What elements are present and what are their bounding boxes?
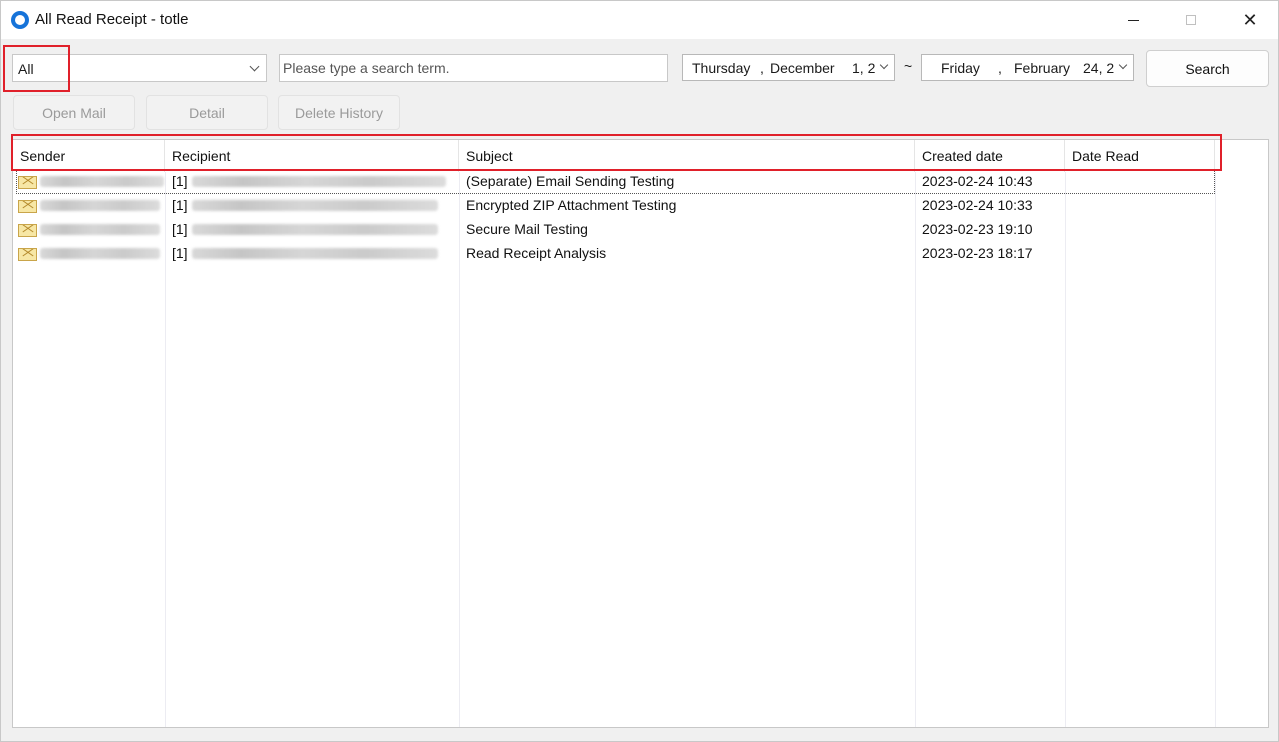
envelope-icon xyxy=(18,176,37,189)
created-date-cell: 2023-02-24 10:33 xyxy=(922,197,1033,213)
date-to-weekday[interactable]: Friday xyxy=(941,60,980,76)
recipient-count: [1] xyxy=(172,245,188,261)
date-from-weekday[interactable]: Thursday xyxy=(692,60,750,76)
open-mail-button[interactable]: Open Mail xyxy=(13,95,135,130)
title-bar: All Read Receipt - totle ✕ xyxy=(1,1,1278,39)
envelope-icon xyxy=(18,248,37,261)
app-logo-icon xyxy=(11,11,29,29)
envelope-icon xyxy=(18,224,37,237)
column-header-subject[interactable]: Subject xyxy=(459,140,915,172)
date-from-comma: , xyxy=(760,60,764,76)
subject-cell: (Separate) Email Sending Testing xyxy=(466,173,675,189)
search-input[interactable] xyxy=(279,54,668,82)
sender-redacted xyxy=(40,248,160,259)
sender-redacted xyxy=(40,176,164,187)
column-divider xyxy=(1215,172,1216,727)
created-date-cell: 2023-02-23 19:10 xyxy=(922,221,1033,237)
subject-cell: Secure Mail Testing xyxy=(466,221,588,237)
window-title: All Read Receipt - totle xyxy=(35,11,189,28)
chevron-down-icon[interactable] xyxy=(1118,60,1128,70)
recipient-redacted xyxy=(192,248,438,259)
recipient-count: [1] xyxy=(172,197,188,213)
date-to-picker[interactable]: Friday , February 24, 2 xyxy=(921,54,1134,81)
column-header-sender[interactable]: Sender xyxy=(13,140,165,172)
recipient-count: [1] xyxy=(172,173,188,189)
maximize-button[interactable] xyxy=(1162,1,1220,39)
table-row[interactable]: [1] Secure Mail Testing 2023-02-23 19:10 xyxy=(16,218,1215,242)
recipient-redacted xyxy=(192,224,438,235)
column-header-recipient[interactable]: Recipient xyxy=(165,140,459,172)
subject-cell: Encrypted ZIP Attachment Testing xyxy=(466,197,677,213)
search-button[interactable]: Search xyxy=(1146,50,1269,87)
date-to-month[interactable]: February xyxy=(1014,60,1070,76)
detail-button[interactable]: Detail xyxy=(146,95,268,130)
table-row[interactable]: [1] Read Receipt Analysis 2023-02-23 18:… xyxy=(16,242,1215,266)
column-header-date-read[interactable]: Date Read xyxy=(1065,140,1215,172)
created-date-cell: 2023-02-23 18:17 xyxy=(922,245,1033,261)
sender-redacted xyxy=(40,200,160,211)
receipt-list[interactable]: Sender Recipient Subject Created date Da… xyxy=(12,139,1269,728)
created-date-cell: 2023-02-24 10:43 xyxy=(922,173,1033,189)
list-header: Sender Recipient Subject Created date Da… xyxy=(13,140,1268,172)
date-from-day[interactable]: 1, 2 xyxy=(852,60,875,76)
close-button[interactable]: ✕ xyxy=(1221,1,1279,39)
filter-selected-value: All xyxy=(18,61,34,77)
minimize-button[interactable] xyxy=(1104,1,1162,39)
recipient-count: [1] xyxy=(172,221,188,237)
chevron-down-icon xyxy=(249,61,260,72)
maximize-icon xyxy=(1186,15,1196,25)
filter-dropdown[interactable]: All xyxy=(12,54,267,82)
recipient-redacted xyxy=(192,176,446,187)
envelope-icon xyxy=(18,200,37,213)
chevron-down-icon[interactable] xyxy=(879,60,889,70)
subject-cell: Read Receipt Analysis xyxy=(466,245,607,261)
recipient-redacted xyxy=(192,200,438,211)
column-header-created-date[interactable]: Created date xyxy=(915,140,1065,172)
table-row[interactable]: [1] Encrypted ZIP Attachment Testing 202… xyxy=(16,194,1215,218)
date-from-month[interactable]: December xyxy=(770,60,835,76)
sender-redacted xyxy=(40,224,160,235)
date-range-separator: ~ xyxy=(904,58,913,74)
table-row[interactable]: [1] (Separate) Email Sending Testing 202… xyxy=(16,170,1215,194)
date-from-picker[interactable]: Thursday , December 1, 2 xyxy=(682,54,895,81)
minimize-icon xyxy=(1127,19,1139,21)
delete-history-button[interactable]: Delete History xyxy=(278,95,400,130)
close-icon: ✕ xyxy=(1242,9,1258,30)
date-to-day[interactable]: 24, 2 xyxy=(1083,60,1114,76)
date-to-comma: , xyxy=(998,60,1002,76)
read-receipt-window: All Read Receipt - totle ✕ All Thursday … xyxy=(0,0,1279,742)
